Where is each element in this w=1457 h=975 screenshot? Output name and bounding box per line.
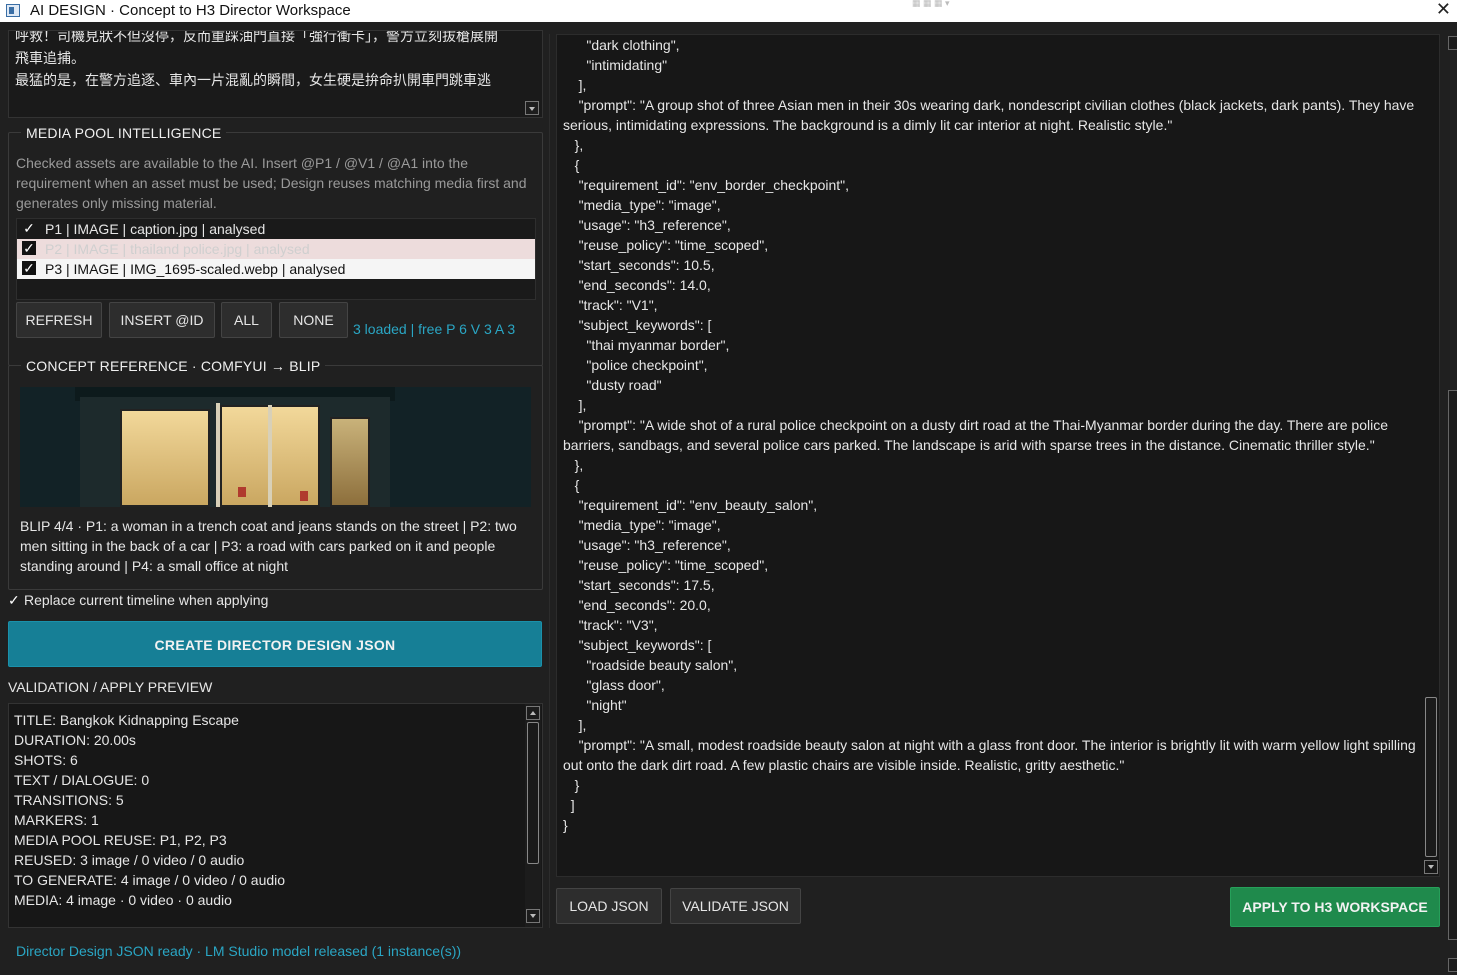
blip-caption: BLIP 4/4 · P1: a woman in a trench coat … — [20, 518, 517, 574]
insert-id-button[interactable]: INSERT @ID — [109, 302, 215, 338]
validation-lines: TITLE: Bangkok Kidnapping Escape DURATIO… — [9, 710, 285, 910]
window-title: AI DESIGN · Concept to H3 Director Works… — [30, 2, 351, 19]
select-none-button[interactable]: NONE — [279, 302, 348, 338]
validation-line: MEDIA: 4 image · 0 video · 0 audio — [14, 892, 232, 908]
media-pool-status: 3 loaded | free P 6 V 3 A 3 — [353, 321, 516, 337]
window-scroll-down-arrow[interactable] — [1448, 958, 1457, 972]
concept-reference-title: CONCEPT REFERENCE · COMFYUI → BLIP — [21, 357, 326, 375]
validation-line: MEDIA POOL REUSE: P1, P2, P3 — [14, 832, 227, 848]
validation-line: DURATION: 20.00s — [14, 732, 136, 748]
asset-item-p1[interactable]: ✓ P1 | IMAGE | caption.jpg | analysed — [17, 219, 535, 239]
asset-label-p2: P2 | IMAGE | thailand police.jpg | analy… — [45, 241, 310, 257]
json-scrollbar[interactable] — [1423, 35, 1439, 876]
validation-line: TRANSITIONS: 5 — [14, 792, 124, 808]
validation-label: VALIDATION / APPLY PREVIEW — [8, 679, 213, 695]
left-panel: 呼救！司機見狀不但沒停，反而重踩油門直接「強行衝卡」，警方立刻拔槍展開 飛車追捕… — [0, 22, 550, 975]
refresh-button[interactable]: REFRESH — [16, 302, 102, 338]
asset-list[interactable]: ✓ P1 | IMAGE | caption.jpg | analysed ✓ … — [16, 218, 536, 300]
validation-line: TEXT / DIALOGUE: 0 — [14, 772, 150, 788]
replace-timeline-tick[interactable]: ✓ — [8, 590, 24, 610]
validation-preview[interactable]: TITLE: Bangkok Kidnapping Escape DURATIO… — [8, 703, 543, 928]
asset-label-p1: P1 | IMAGE | caption.jpg | analysed — [45, 221, 266, 237]
window-scroll-up-arrow[interactable] — [1448, 36, 1457, 50]
story-text: 呼救！司機見狀不但沒停，反而重踩油門直接「強行衝卡」，警方立刻拔槍展開 飛車追捕… — [15, 30, 498, 88]
media-pool-title: MEDIA POOL INTELLIGENCE — [21, 124, 227, 142]
asset-checkbox-p1[interactable]: ✓ — [22, 221, 36, 235]
replace-timeline-label: Replace current timeline when applying — [24, 592, 269, 608]
create-director-design-button[interactable]: CREATE DIRECTOR DESIGN JSON — [8, 621, 542, 667]
json-text: "dark clothing", "intimidating" ], "prom… — [563, 37, 1416, 833]
story-scroll-down-arrow[interactable] — [525, 101, 539, 115]
window-scrollbar[interactable] — [1448, 34, 1457, 975]
select-all-button[interactable]: ALL — [221, 302, 272, 338]
media-pool-group: MEDIA POOL INTELLIGENCE Checked assets a… — [8, 124, 543, 366]
media-pool-description: Checked assets are available to the AI. … — [16, 155, 527, 211]
validation-line: REUSED: 3 image / 0 video / 0 audio — [14, 852, 245, 868]
title-bar-icons: ▦ ▦ ▦ ▾ — [912, 0, 950, 7]
title-bar: AI DESIGN · Concept to H3 Director Works… — [0, 0, 1457, 22]
validation-line: TITLE: Bangkok Kidnapping Escape — [14, 712, 239, 728]
validation-line: SHOTS: 6 — [14, 752, 78, 768]
scroll-down-arrow[interactable] — [526, 909, 540, 923]
apply-to-workspace-button[interactable]: APPLY TO H3 WORKSPACE — [1230, 887, 1440, 927]
validation-line: TO GENERATE: 4 image / 0 video / 0 audio — [14, 872, 286, 888]
app-icon — [6, 4, 20, 17]
status-message: Director Design JSON ready · LM Studio m… — [16, 943, 462, 959]
concept-reference-group: CONCEPT REFERENCE · COMFYUI → BLIP BLIP … — [8, 357, 543, 590]
asset-checkbox-p3[interactable]: ✓ — [22, 261, 36, 275]
asset-item-p2[interactable]: ✓ P2 | IMAGE | thailand police.jpg | ana… — [17, 239, 535, 259]
window-scroll-thumb[interactable] — [1448, 390, 1457, 940]
json-editor[interactable]: "dark clothing", "intimidating" ], "prom… — [556, 34, 1440, 877]
load-json-button[interactable]: LOAD JSON — [556, 888, 662, 924]
concept-preview-image — [20, 387, 531, 507]
validate-json-button[interactable]: VALIDATE JSON — [670, 888, 801, 924]
scroll-thumb[interactable] — [527, 722, 539, 864]
json-scroll-down-arrow[interactable] — [1424, 860, 1438, 874]
asset-item-p3[interactable]: ✓ P3 | IMAGE | IMG_1695-scaled.webp | an… — [17, 259, 535, 279]
json-scroll-thumb[interactable] — [1425, 697, 1437, 857]
replace-timeline-checkbox[interactable]: ✓ Replace current timeline when applying — [8, 590, 268, 610]
asset-label-p3: P3 | IMAGE | IMG_1695-scaled.webp | anal… — [45, 261, 346, 277]
scroll-up-arrow[interactable] — [526, 706, 540, 720]
asset-checkbox-p2[interactable]: ✓ — [22, 241, 36, 255]
story-text-area[interactable]: 呼救！司機見狀不但沒停，反而重踩油門直接「強行衝卡」，警方立刻拔槍展開 飛車追捕… — [8, 30, 543, 118]
close-icon[interactable]: ✕ — [1436, 0, 1451, 19]
validation-line: MARKERS: 1 — [14, 812, 99, 828]
validation-scrollbar[interactable] — [525, 704, 541, 927]
